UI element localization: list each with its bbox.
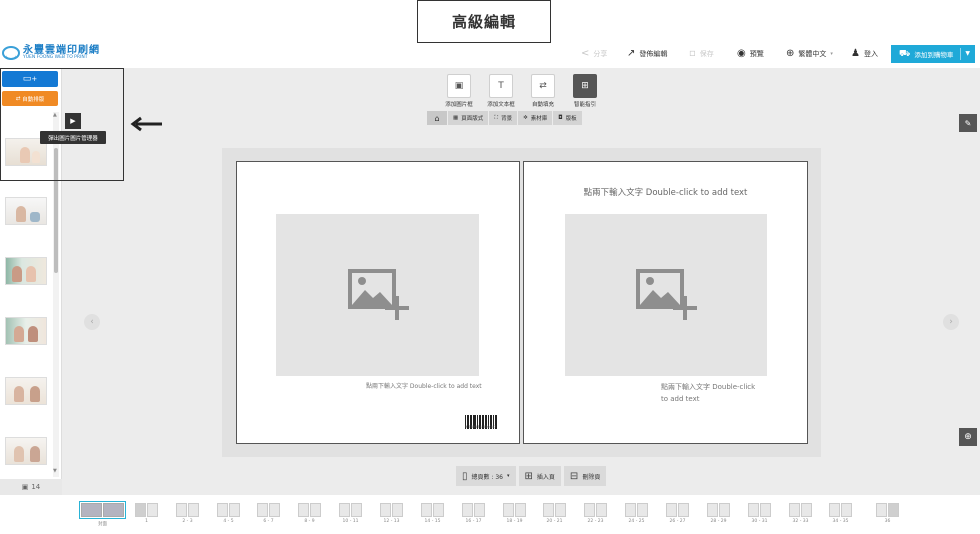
tab-page-layout[interactable]: ▦ 頁面版式 — [448, 111, 489, 125]
auto-fill-tool[interactable]: ⇄ 自動填充 — [528, 74, 558, 108]
photo-frame-right[interactable] — [565, 214, 767, 376]
save-icon: ▫ — [689, 48, 696, 59]
sparkle-icon: ✲ — [523, 115, 528, 121]
chevron-down-icon: ▾ — [507, 473, 510, 479]
eye-icon: ◉ — [737, 48, 746, 59]
image-thumbnail[interactable] — [5, 257, 47, 285]
auto-fill-icon: ⇄ — [531, 74, 555, 98]
highlight-box — [0, 68, 124, 181]
image-icon: ▣ — [21, 483, 29, 491]
add-text-frame-icon: T — [489, 74, 513, 98]
layout-icon: ▦ — [453, 115, 459, 121]
cart-icon: ⛟ — [899, 48, 911, 59]
home-tab[interactable]: ⌂ — [427, 111, 447, 125]
add-image-icon — [347, 269, 409, 320]
page-controls: ▯ 總頁數 : 36 ▾ ⊞ 插入頁 ⊟ 刪除頁 — [456, 466, 607, 486]
sub-toolbar: ⌂ ▦ 頁面版式 ⛶ 背景 ✲ 素材庫 ◘ 版板 — [427, 111, 582, 125]
save-button[interactable]: ▫ 保存 — [689, 47, 714, 61]
add-text-frame-tool[interactable]: T 添加文本框 — [486, 74, 516, 108]
film-page[interactable]: 1 — [135, 503, 158, 524]
expand-image-manager-button[interactable]: ▶ — [65, 113, 81, 129]
film-page[interactable]: 8 - 9 — [298, 503, 321, 524]
user-icon: ♟ — [851, 48, 860, 59]
publish-button[interactable]: ↗ 發佈編輯 — [627, 47, 667, 61]
tab-materials[interactable]: ✲ 素材庫 — [518, 111, 553, 125]
logo[interactable]: 永豐雲端印刷網 YUEN FOONG WEB TO PRINT — [2, 46, 100, 61]
background-icon: ⛶ — [494, 114, 499, 121]
film-page[interactable]: 28 - 29 — [707, 503, 730, 524]
film-page[interactable]: 10 - 11 — [339, 503, 362, 524]
image-count: ▣ 14 — [0, 479, 62, 495]
text-frame-left[interactable]: 點兩下輸入文字 Double-click to add text — [366, 381, 482, 390]
prev-page-button[interactable]: ‹ — [84, 314, 100, 330]
tab-template[interactable]: ◘ 版板 — [553, 111, 582, 125]
arrow-left-icon — [130, 116, 162, 132]
delete-page-icon: ⊟ — [569, 470, 579, 482]
film-page[interactable]: 18 - 19 — [503, 503, 526, 524]
film-page[interactable]: 26 - 27 — [666, 503, 689, 524]
logo-mark-icon — [2, 46, 20, 61]
image-thumbnail[interactable] — [5, 317, 47, 345]
film-page[interactable]: 6 - 7 — [257, 503, 280, 524]
film-page[interactable]: 16 - 17 — [462, 503, 485, 524]
page-icon: ▯ — [462, 470, 468, 482]
film-page[interactable]: 12 - 13 — [380, 503, 403, 524]
film-page[interactable]: 32 - 33 — [789, 503, 812, 524]
delete-page-button[interactable]: ⊟ 刪除頁 — [563, 466, 607, 486]
film-page[interactable]: 20 - 21 — [543, 503, 566, 524]
smart-guide-icon: ⊞ — [573, 74, 597, 98]
film-page[interactable]: 34 - 35 — [829, 503, 852, 524]
top-header — [0, 43, 980, 68]
image-thumbnail[interactable] — [5, 377, 47, 405]
scroll-down-icon[interactable]: ▼ — [53, 468, 57, 474]
globe-icon: ⊕ — [786, 48, 795, 59]
tooltip: 彈出圖片圖片管理器 — [40, 131, 106, 144]
add-photo-frame-icon: ▣ — [447, 74, 471, 98]
film-page[interactable]: 24 - 25 — [625, 503, 648, 524]
insert-page-button[interactable]: ⊞ 插入頁 — [518, 466, 561, 486]
smart-guide-tool[interactable]: ⊞ 智能指引 — [570, 74, 600, 108]
total-pages-select[interactable]: ▯ 總頁數 : 36 ▾ — [456, 466, 516, 486]
chevron-right-icon: › — [949, 317, 953, 327]
edit-panel-button[interactable]: ✎ — [959, 114, 977, 132]
share-icon: < — [581, 48, 590, 59]
film-page[interactable]: 14 - 15 — [421, 503, 444, 524]
chevron-down-icon[interactable]: ▼ — [965, 50, 970, 57]
image-thumbnail[interactable] — [5, 437, 47, 465]
zoom-in-icon: ⊕ — [964, 432, 972, 442]
add-photo-frame-tool[interactable]: ▣ 添加圖片框 — [444, 74, 474, 108]
image-thumbnail[interactable] — [5, 197, 47, 225]
edit-icon: ✎ — [964, 118, 972, 128]
logo-subtext: YUEN FOONG WEB TO PRINT — [23, 55, 88, 60]
add-image-icon — [636, 269, 697, 320]
tab-background[interactable]: ⛶ 背景 — [489, 111, 518, 125]
chevron-down-icon: ▾ — [830, 51, 833, 57]
film-page[interactable]: 30 - 31 — [748, 503, 771, 524]
next-page-button[interactable]: › — [943, 314, 959, 330]
share-button[interactable]: < 分享 — [581, 47, 607, 61]
film-page[interactable]: 2 - 3 — [176, 503, 199, 524]
text-frame-right[interactable]: 點兩下輸入文字 Double-click to add text — [661, 381, 755, 405]
film-page[interactable]: 22 - 23 — [584, 503, 607, 524]
home-icon: ⌂ — [434, 113, 440, 123]
insert-page-icon: ⊞ — [524, 470, 533, 482]
chevron-right-icon: ▶ — [70, 117, 76, 125]
photo-frame-left[interactable] — [276, 214, 479, 376]
language-select[interactable]: ⊕ 繁體中文 ▾ — [786, 47, 833, 61]
add-to-cart-button[interactable]: ⛟ 添加到購物車 ▼ — [891, 45, 975, 63]
film-page[interactable]: 36 — [876, 503, 899, 524]
publish-icon: ↗ — [627, 48, 636, 59]
chevron-left-icon: ‹ — [90, 317, 94, 327]
text-frame-title-right[interactable]: 點兩下輸入文字 Double-click to add text — [523, 186, 808, 198]
barcode-number: 9 789574 036047 — [465, 425, 497, 429]
film-page[interactable]: 4 - 5 — [217, 503, 240, 524]
zoom-button[interactable]: ⊕ — [959, 428, 977, 446]
template-icon: ◘ — [558, 115, 563, 121]
page-title-banner: 高級編輯 — [417, 0, 551, 43]
preview-button[interactable]: ◉ 預覽 — [737, 47, 764, 61]
film-page-cover[interactable]: 封面 — [79, 501, 126, 527]
login-button[interactable]: ♟ 登入 — [851, 47, 878, 61]
